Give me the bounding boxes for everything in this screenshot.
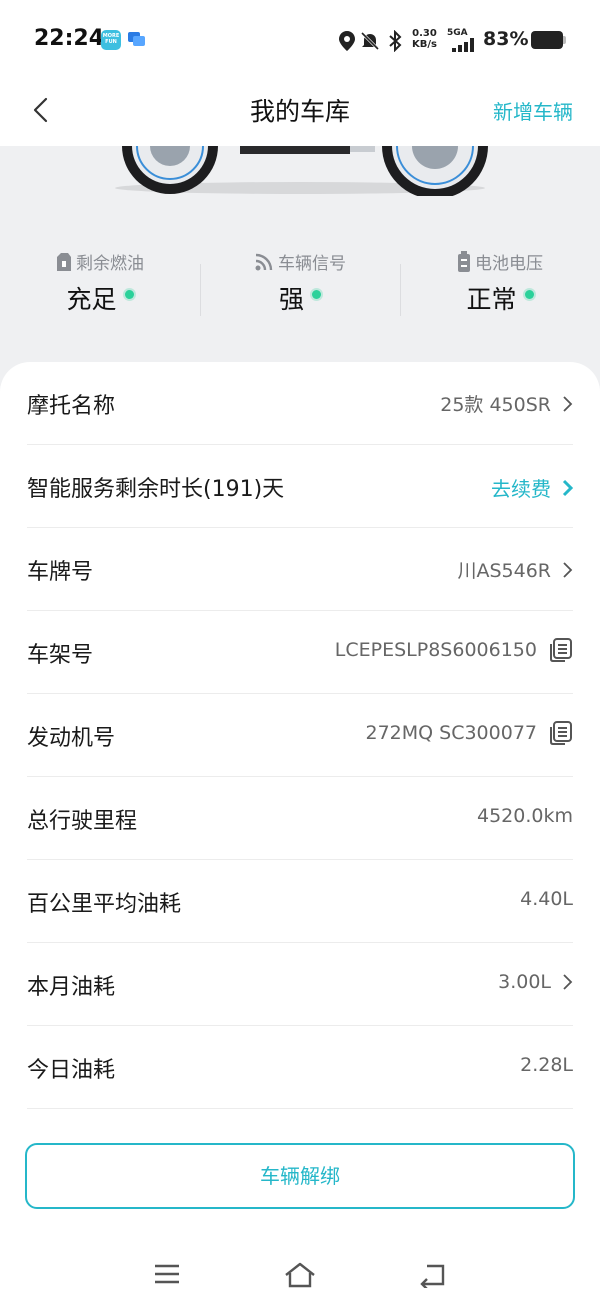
row-plate-number[interactable]: 车牌号 川AS546R: [27, 528, 573, 611]
chevron-right-icon: [563, 395, 573, 412]
row-frame-number: 车架号 LCEPESLP8S6006150: [27, 611, 573, 694]
row-month-consumption[interactable]: 本月油耗 3.00L: [27, 943, 573, 1026]
copy-icon[interactable]: [547, 720, 573, 746]
chevron-right-icon: [562, 479, 573, 496]
battery-percent: 83%: [483, 28, 529, 50]
row-smart-service[interactable]: 智能服务剩余时长(191)天 去续费: [27, 445, 573, 528]
menu-icon[interactable]: [153, 1262, 181, 1286]
back-icon[interactable]: [419, 1262, 447, 1288]
location-icon: [339, 31, 355, 51]
signal-strength-icon: [452, 38, 474, 52]
signal-icon: [255, 253, 273, 270]
stat-battery: 电池电压 正常: [400, 249, 600, 316]
chevron-right-icon: [563, 561, 573, 578]
vehicle-hero: 剩余燃油 充足 车辆信号 强 电池电压 正常: [0, 146, 600, 386]
row-today-consumption: 今日油耗 2.28L: [27, 1026, 573, 1109]
stat-fuel: 剩余燃油 充足: [0, 249, 200, 316]
chat-app-icon: [128, 32, 145, 46]
add-vehicle-button[interactable]: 新增车辆: [493, 96, 573, 125]
clock: 22:24: [34, 26, 105, 51]
unbind-vehicle-button[interactable]: 车辆解绑: [25, 1143, 575, 1209]
stat-label: 剩余燃油: [76, 254, 144, 274]
row-moto-name[interactable]: 摩托名称 25款 450SR: [27, 362, 573, 445]
motorcycle-image: [115, 146, 488, 196]
vehicle-detail-card: 摩托名称 25款 450SR 智能服务剩余时长(191)天 去续费 车牌号 川A…: [0, 362, 600, 1310]
status-dot: [312, 289, 321, 299]
row-total-mileage: 总行驶里程 4520.0km: [27, 777, 573, 860]
stat-value: 充足: [66, 285, 117, 314]
row-avg-consumption: 百公里平均油耗 4.40L: [27, 860, 573, 943]
stat-value: 强: [278, 285, 304, 314]
status-dot: [524, 289, 534, 299]
stat-value: 正常: [466, 285, 517, 314]
morefun-app-icon: MORE FUN: [101, 30, 121, 50]
row-engine-number: 发动机号 272MQ SC300077: [27, 694, 573, 777]
status-bar: 22:24 MORE FUN 0.30 KB/s 5GA 83%: [0, 0, 600, 78]
stat-label: 电池电压: [475, 254, 543, 274]
status-dot: [124, 289, 134, 299]
stat-label: 车辆信号: [278, 254, 346, 274]
network-speed: 0.30 KB/s: [412, 28, 437, 50]
bluetooth-icon: [389, 30, 402, 52]
stat-signal: 车辆信号 强: [200, 249, 400, 316]
chevron-right-icon: [563, 974, 573, 990]
top-nav: 我的车库 新增车辆: [0, 78, 600, 146]
renew-button[interactable]: 去续费: [491, 473, 573, 502]
copy-icon[interactable]: [547, 637, 573, 663]
system-nav-bar: [0, 1262, 600, 1292]
network-type: 5GA: [447, 28, 468, 38]
fuel-icon: [57, 252, 71, 271]
mute-bell-icon: [360, 31, 380, 51]
home-icon[interactable]: [284, 1262, 316, 1288]
battery-icon: [531, 31, 563, 49]
battery-icon: [458, 250, 470, 272]
